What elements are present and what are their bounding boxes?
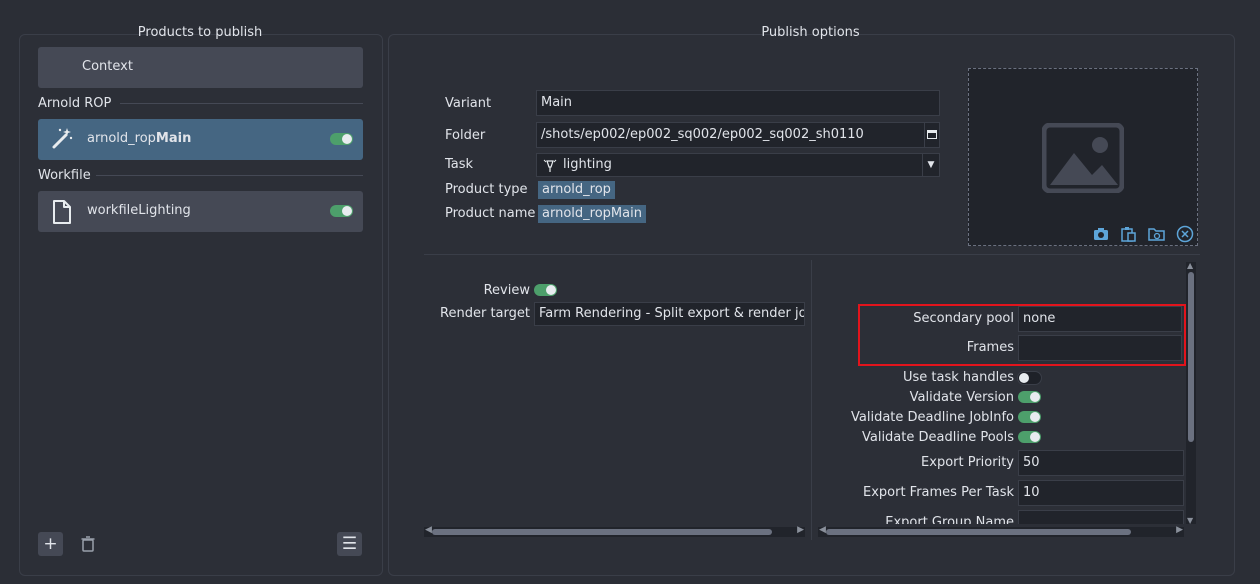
group-label-arnold-rop: Arnold ROP	[38, 96, 112, 111]
scroll-left-arrow-icon[interactable]: ◀	[819, 525, 826, 535]
validate-pools-label: Validate Deadline Pools	[861, 430, 1014, 445]
chevron-down-icon: ▼	[922, 154, 939, 176]
context-item[interactable]: Context	[38, 47, 363, 88]
folder-label: Folder	[445, 128, 486, 143]
magic-wand-icon	[52, 128, 73, 149]
clear-icon[interactable]	[1176, 225, 1194, 243]
column-divider	[811, 260, 812, 540]
context-label: Context	[82, 59, 133, 74]
scroll-left-arrow-icon[interactable]: ◀	[425, 525, 432, 535]
right-horizontal-scrollbar[interactable]: ◀ ▶	[818, 525, 1184, 537]
task-value: lighting	[563, 157, 612, 172]
export-group-input[interactable]	[1018, 510, 1184, 524]
validate-version-label: Validate Version	[909, 390, 1014, 405]
export-priority-input[interactable]: 50	[1018, 450, 1184, 476]
product-type-label: Product type	[445, 182, 528, 197]
scroll-right-arrow-icon[interactable]: ▶	[1176, 525, 1183, 535]
product-enabled-toggle[interactable]	[330, 205, 353, 217]
products-panel	[19, 34, 383, 576]
variant-label: Variant	[445, 96, 492, 111]
product-enabled-toggle[interactable]	[330, 133, 353, 145]
validate-jobinfo-toggle[interactable]	[1018, 411, 1041, 423]
product-item-arnold-rop-main[interactable]: arnold_ropMain	[38, 119, 363, 160]
product-name-prefix: arnold_rop	[87, 131, 156, 146]
render-target-label: Render target	[440, 306, 530, 321]
scroll-down-arrow-icon[interactable]: ▼	[1187, 516, 1193, 525]
options-menu-button[interactable]: ☰	[337, 532, 362, 556]
file-icon	[53, 200, 71, 224]
left-horizontal-scrollbar[interactable]: ◀ ▶	[424, 525, 805, 537]
task-select[interactable]: lighting ▼	[536, 153, 940, 177]
right-vertical-scrollbar[interactable]: ▲ ▼	[1186, 261, 1196, 525]
task-label: Task	[445, 157, 474, 172]
validate-version-toggle[interactable]	[1018, 391, 1041, 403]
folder-image-icon[interactable]	[1148, 227, 1165, 241]
validate-jobinfo-label: Validate Deadline JobInfo	[851, 410, 1014, 425]
export-frames-input[interactable]: 10	[1018, 480, 1184, 506]
paste-icon[interactable]	[1120, 226, 1136, 242]
products-panel-title: Products to publish	[137, 25, 263, 40]
export-priority-label: Export Priority	[921, 455, 1014, 470]
product-name-suffix: Main	[155, 131, 192, 146]
use-task-handles-toggle[interactable]	[1017, 371, 1042, 385]
export-frames-label: Export Frames Per Task	[862, 485, 1014, 500]
product-item-label: arnold_ropMain	[87, 131, 191, 146]
product-item-workfile-lighting[interactable]: workfileLighting	[38, 191, 363, 232]
review-label: Review	[483, 283, 530, 298]
trash-icon	[81, 536, 94, 552]
scroll-up-arrow-icon[interactable]: ▲	[1187, 261, 1193, 270]
left-scroll-handle[interactable]	[432, 529, 772, 535]
folder-browse-button[interactable]	[924, 122, 940, 148]
use-task-handles-label: Use task handles	[903, 370, 1014, 385]
thumbnail-area[interactable]	[968, 68, 1198, 246]
product-name-label: Product name	[445, 206, 536, 221]
review-toggle[interactable]	[534, 284, 557, 296]
section-divider	[424, 254, 1200, 255]
image-placeholder-icon	[1042, 123, 1124, 193]
render-target-select[interactable]: Farm Rendering - Split export & render j…	[534, 302, 805, 326]
add-product-button[interactable]: +	[38, 532, 63, 556]
export-group-row-clip: Export Group Name	[820, 508, 1186, 524]
product-type-value: arnold_rop	[538, 181, 615, 199]
camera-icon[interactable]	[1093, 227, 1109, 241]
right-scroll-handle[interactable]	[1188, 272, 1194, 442]
highlight-annotation-box	[858, 304, 1186, 366]
group-label-workfile: Workfile	[38, 168, 91, 183]
product-item-label: workfileLighting	[87, 203, 191, 218]
validate-pools-toggle[interactable]	[1018, 431, 1041, 443]
delete-product-button[interactable]	[75, 532, 100, 556]
scroll-right-arrow-icon[interactable]: ▶	[797, 525, 804, 535]
group-divider	[96, 175, 363, 176]
lightbulb-icon	[543, 159, 557, 172]
publish-options-title: Publish options	[761, 25, 860, 40]
export-group-label: Export Group Name	[885, 515, 1014, 524]
group-divider	[120, 103, 363, 104]
folder-input[interactable]: /shots/ep002/ep002_sq002/ep002_sq002_sh0…	[536, 122, 925, 148]
product-name-value: arnold_ropMain	[538, 205, 646, 223]
right-scroll-handle-horizontal[interactable]	[826, 529, 1131, 535]
variant-input[interactable]: Main	[536, 90, 940, 116]
window-icon	[927, 130, 937, 139]
